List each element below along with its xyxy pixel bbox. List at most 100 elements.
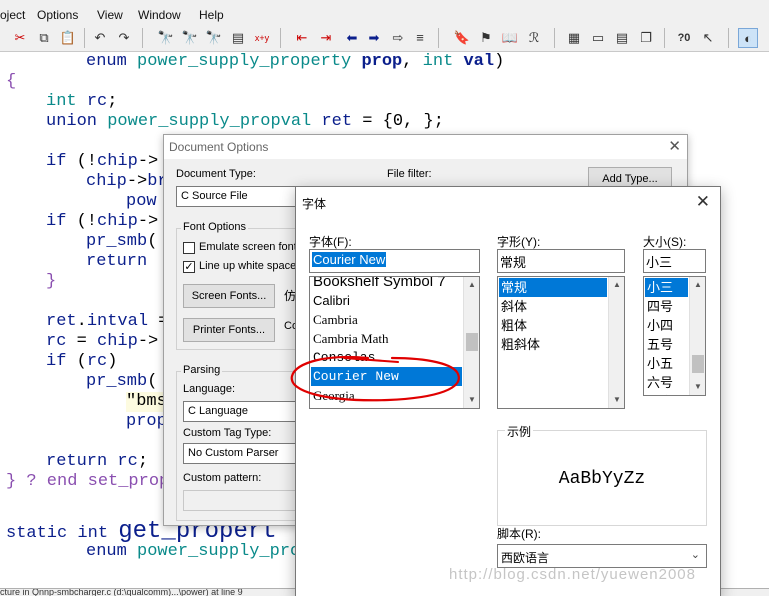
list-item[interactable]: Bookshelf Symbol 7 xyxy=(311,277,462,291)
menu-view[interactable]: View xyxy=(97,8,123,22)
menu-bar: oject Options View Window Help xyxy=(0,0,769,24)
find-icon[interactable]: 🔭 xyxy=(156,28,176,48)
book-icon[interactable]: 📖 xyxy=(500,28,520,48)
size-input[interactable]: 小三 xyxy=(643,249,706,273)
list-item[interactable]: 斜体 xyxy=(499,297,607,316)
custom-tag-select[interactable]: No Custom Parser xyxy=(183,443,311,464)
font-label: 字体(F): xyxy=(309,235,352,249)
emulate-checkbox[interactable] xyxy=(183,242,195,254)
code-line: return rc; xyxy=(46,452,149,471)
help-icon[interactable]: ?0 xyxy=(674,28,694,48)
chevron-down-icon[interactable]: ▼ xyxy=(609,392,624,408)
code-line: return xyxy=(86,252,148,271)
replace-icon[interactable]: x+y xyxy=(250,28,274,48)
status-text: cture in Qnnp-smbcharger.c (d:\qualcomm)… xyxy=(0,588,243,596)
undo-icon[interactable]: ↶ xyxy=(90,28,110,48)
code-line: if (rc) xyxy=(46,352,118,371)
screen-fonts-button[interactable]: Screen Fonts... xyxy=(183,284,275,308)
chevron-up-icon[interactable]: ▲ xyxy=(690,277,705,293)
list-item[interactable]: Cambria Math xyxy=(311,329,462,348)
chevron-up-icon[interactable]: ▲ xyxy=(609,277,624,293)
lineup-checkbox[interactable]: ✓ xyxy=(183,261,195,273)
style-list[interactable]: ▲ ▼ 常规 斜体 粗体 粗斜体 xyxy=(497,276,625,409)
chevron-down-icon[interactable]: ▼ xyxy=(690,379,705,395)
list-item[interactable]: 粗斜体 xyxy=(499,335,607,354)
split-icon[interactable]: ▤ xyxy=(612,28,632,48)
list-item[interactable]: 常规 xyxy=(499,278,607,297)
chevron-down-icon: ⌄ xyxy=(690,549,700,561)
printer-fonts-button[interactable]: Printer Fonts... xyxy=(183,318,275,342)
toggle-bookmark-icon[interactable]: ⚑ xyxy=(476,28,496,48)
script-label: 脚本(R): xyxy=(497,527,541,541)
code-line: prop xyxy=(126,412,167,431)
pointer-icon[interactable]: ↖ xyxy=(698,28,718,48)
close-icon[interactable]: ✕ xyxy=(668,137,681,155)
list-item[interactable]: 六号 xyxy=(645,373,688,392)
style-list-scrollbar[interactable]: ▲ ▼ xyxy=(608,277,624,408)
code-line: enum power_supply_property prop, int val… xyxy=(86,52,505,71)
size-list[interactable]: ▲ ▼ 小三四号小四五号小五六号小六 xyxy=(643,276,706,396)
forward-icon[interactable]: ⇥ xyxy=(316,28,336,48)
scroll-thumb[interactable] xyxy=(466,333,478,351)
bookmark-icon[interactable]: 🔖 xyxy=(452,28,472,48)
find-prev-icon[interactable]: 🔭 xyxy=(204,28,224,48)
paste-icon[interactable]: 📋 xyxy=(58,28,78,48)
list-item[interactable]: Cambria xyxy=(311,310,462,329)
right-arrow-icon[interactable]: ➡ xyxy=(364,28,384,48)
panel-icon[interactable]: ▭ xyxy=(588,28,608,48)
jump-icon[interactable]: ⇨ xyxy=(388,28,408,48)
redo-icon[interactable]: ↷ xyxy=(114,28,134,48)
size-list-scrollbar[interactable]: ▲ ▼ xyxy=(689,277,705,395)
sample-box: AaBbYyZz xyxy=(497,430,707,526)
dialog-titlebar: Document Options ✕ xyxy=(164,135,687,159)
code-line: if (!chip-> xyxy=(46,212,159,231)
font-list-scrollbar[interactable]: ▲ ▼ xyxy=(463,277,479,408)
window-icon[interactable]: ▦ xyxy=(564,28,584,48)
toolbar-separator xyxy=(438,28,439,48)
font-input[interactable]: Courier New xyxy=(309,249,480,273)
back-icon[interactable]: ⇤ xyxy=(292,28,312,48)
scroll-thumb[interactable] xyxy=(692,355,704,373)
menu-window[interactable]: Window xyxy=(138,8,181,22)
list-item[interactable]: 小五 xyxy=(645,354,688,373)
custom-tag-label: Custom Tag Type: xyxy=(183,427,272,439)
font-list[interactable]: ▲ ▼ Bookshelf Symbol 7 Calibri Cambria Camb… xyxy=(309,276,480,409)
toolbar-separator xyxy=(84,28,85,48)
chevron-up-icon[interactable]: ▲ xyxy=(464,277,479,293)
style-input[interactable]: 常规 xyxy=(497,249,625,273)
find-files-icon[interactable]: ▤ xyxy=(228,28,248,48)
list-item[interactable]: 四号 xyxy=(645,297,688,316)
list-item[interactable]: 小三 xyxy=(645,278,688,297)
menu-options[interactable]: Options xyxy=(37,8,78,22)
code-line: int rc; xyxy=(46,92,118,111)
find-next-icon[interactable]: 🔭 xyxy=(180,28,200,48)
chevron-down-icon[interactable]: ▼ xyxy=(464,392,479,408)
list-item[interactable]: 粗体 xyxy=(499,316,607,335)
close-icon[interactable]: ✕ xyxy=(696,192,710,212)
script-select[interactable]: 西欧语言 ⌄ xyxy=(497,544,707,568)
list-item[interactable]: 小四 xyxy=(645,316,688,335)
font-dialog: 字体 ✕ 字体(F): Courier New ▲ ▼ Bookshelf Sy… xyxy=(295,186,721,596)
list-item[interactable]: 五号 xyxy=(645,335,688,354)
overlap-icon[interactable]: ❐ xyxy=(636,28,656,48)
custom-pattern-field[interactable] xyxy=(183,490,311,511)
list-item[interactable]: Calibri xyxy=(311,291,462,310)
list-item[interactable]: Georgia xyxy=(311,386,462,405)
list-item[interactable]: 小六 xyxy=(645,392,688,395)
cut-icon[interactable]: ✂ xyxy=(10,28,30,48)
script-value: 西欧语言 xyxy=(501,551,550,565)
list-item[interactable]: Consolas xyxy=(311,348,462,367)
symbol-icon[interactable]: ℛ xyxy=(524,28,544,48)
code-line: } xyxy=(46,272,57,291)
custom-pattern-label: Custom pattern: xyxy=(183,472,262,484)
list-icon[interactable]: ≡ xyxy=(410,28,430,48)
language-select[interactable]: C Language xyxy=(183,401,311,422)
toggle-icon[interactable]: ◐ xyxy=(738,28,758,48)
font-input-text: Courier New xyxy=(312,252,387,267)
menu-project[interactable]: oject xyxy=(0,8,25,22)
copy-icon[interactable]: ⧉ xyxy=(34,28,54,48)
menu-help[interactable]: Help xyxy=(199,8,224,22)
code-line: rc = chip-> xyxy=(46,332,159,351)
list-item[interactable]: Courier New xyxy=(311,367,462,386)
left-arrow-icon[interactable]: ⬅ xyxy=(342,28,362,48)
